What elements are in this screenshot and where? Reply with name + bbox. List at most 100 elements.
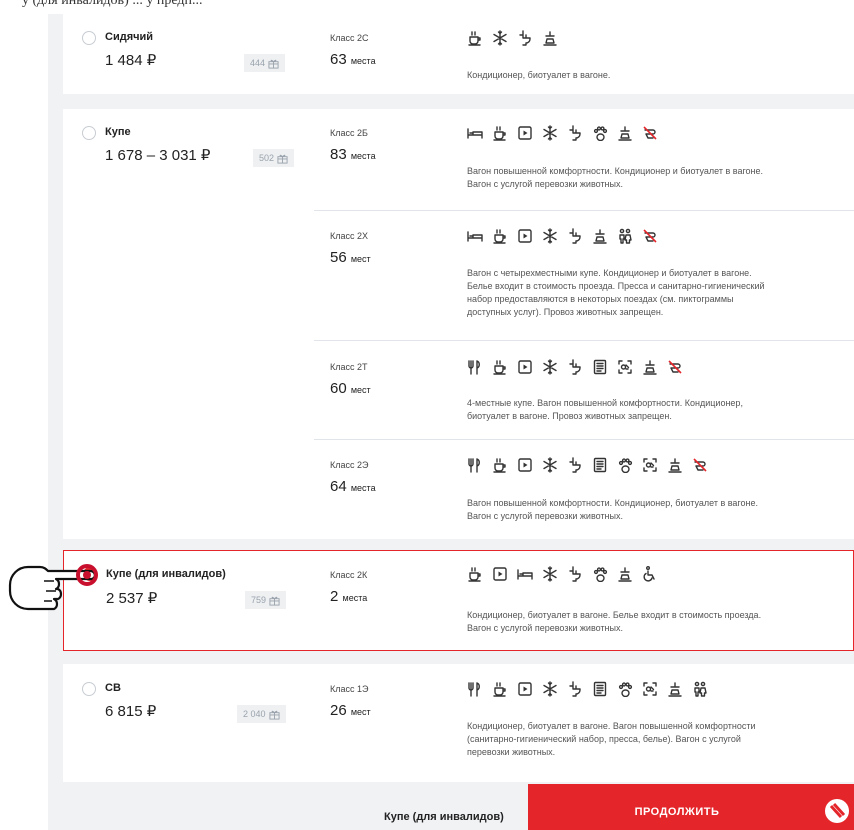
car-price: 2 537 ₽	[106, 590, 158, 607]
seats-word: места	[350, 56, 376, 66]
paw-icon	[593, 567, 608, 582]
seats-count: 60 мест	[330, 380, 371, 397]
seats-word: мест	[350, 254, 371, 264]
radio-sv[interactable]	[82, 682, 96, 696]
snowflake-icon	[543, 125, 557, 141]
car-option-sv[interactable]: СВ 6 815 ₽ 2 040 Класс 1Э 26 мест Кондиц…	[63, 664, 854, 782]
seats-word: мест	[350, 385, 371, 395]
no-pets-icon	[693, 458, 707, 472]
description-line: Кондиционер, биотуалет в вагоне.	[467, 70, 611, 80]
newspaper-icon	[593, 681, 607, 697]
car-type-name: Купе	[105, 126, 131, 138]
video-icon	[518, 458, 532, 472]
description-line: Вагон с четырехместными купе. Кондиционе…	[467, 268, 752, 278]
description-line: набор предоставляются в некоторых поезда…	[467, 294, 734, 304]
seats-number: 63	[330, 51, 347, 68]
class-description: Вагон с четырехместными купе. Кондиционе…	[467, 267, 837, 319]
hygiene-icon	[543, 31, 557, 46]
gift-icon	[268, 710, 280, 720]
bonus-value: 502	[259, 153, 275, 163]
toilet-icon	[519, 30, 531, 46]
snowflake-icon	[543, 228, 557, 244]
cosmetics-icon	[618, 360, 632, 374]
toilet-icon	[569, 228, 581, 244]
bonus-points-badge: 502	[253, 149, 295, 167]
cosmetics-icon	[643, 458, 657, 472]
continue-button-label: ПРОДОЛЖИТЬ	[634, 806, 720, 818]
snowflake-icon	[543, 681, 557, 697]
seats-count: 63 места	[330, 51, 376, 68]
car-price: 1 678 – 3 031 ₽	[105, 147, 211, 164]
hygiene-icon	[593, 229, 607, 244]
coffee-cup-icon	[493, 126, 506, 141]
class-description: 4-местные купе. Вагон повышенной комфорт…	[467, 397, 837, 423]
coffee-cup-icon	[493, 682, 506, 697]
description-line: перевозки животных.	[467, 747, 556, 757]
paw-icon	[618, 458, 633, 473]
toilet-icon	[569, 359, 581, 375]
snowflake-icon	[543, 457, 557, 473]
toilet-icon	[569, 457, 581, 473]
amenity-icons	[467, 30, 558, 46]
car-option-coupe[interactable]: Купе 1 678 – 3 031 ₽ 502 Класс 2Б 83 мес…	[63, 109, 854, 539]
coffee-cup-icon	[493, 229, 506, 244]
car-type-name: Купе (для инвалидов)	[106, 568, 226, 580]
coffee-cup-icon	[493, 360, 506, 375]
seats-number: 2	[330, 588, 339, 605]
seats-count: 64 места	[330, 478, 376, 495]
seats-number: 60	[330, 380, 347, 397]
bed-icon	[467, 128, 483, 139]
car-price: 1 484 ₽	[105, 52, 157, 69]
seats-number: 56	[330, 249, 347, 266]
amenity-icons	[467, 457, 708, 473]
description-line: Кондиционер, биотуалет в вагоне. Вагон п…	[467, 721, 756, 731]
seats-word: мест	[350, 707, 371, 717]
class-label: Класс 2Т	[330, 362, 368, 372]
car-option-coupe-disabled[interactable]: Купе (для инвалидов) 2 537 ₽ 759 Класс 2…	[63, 550, 854, 651]
description-line: Вагон с услугой перевозки животных.	[467, 179, 624, 189]
seats-count: 83 места	[330, 146, 376, 163]
toilet-icon	[569, 681, 581, 697]
seats-word: места	[350, 483, 376, 493]
coffee-cup-icon	[468, 31, 481, 46]
hygiene-icon	[643, 360, 657, 375]
divider	[314, 439, 854, 440]
bonus-points-badge: 444	[244, 54, 286, 72]
class-description: Кондиционер, биотуалет в вагоне. Белье в…	[467, 609, 837, 635]
no-pets-icon	[643, 229, 657, 243]
seats-number: 83	[330, 146, 347, 163]
continue-button[interactable]: ПРОДОЛЖИТЬ	[528, 784, 854, 830]
cosmetics-icon	[643, 682, 657, 696]
description-line: Вагон повышенной комфортности. Кондицион…	[467, 166, 764, 176]
seats-count: 26 мест	[330, 702, 371, 719]
video-icon	[518, 360, 532, 374]
description-line: (санитарно-гигиенический набор, пресса, …	[467, 734, 741, 744]
wheelchair-icon	[643, 566, 655, 582]
bonus-points-badge: 759	[245, 591, 287, 609]
fork-knife-icon	[468, 458, 480, 473]
class-label: Класс 2С	[330, 33, 369, 43]
brand-mark-icon	[825, 799, 849, 823]
cut-off-header-text: у (для инвалидов) ... у предп...	[0, 0, 854, 14]
radio-coupe[interactable]	[82, 126, 96, 140]
class-label: Класс 1Э	[330, 684, 369, 694]
newspaper-icon	[593, 457, 607, 473]
seats-word: места	[342, 593, 368, 603]
description-line: Вагон с услугой перевозки животных.	[467, 623, 624, 633]
description-line: Вагон с услугой перевозки животных.	[467, 511, 624, 521]
gift-icon	[268, 59, 279, 69]
radio-sitting[interactable]	[82, 31, 96, 45]
bonus-value: 444	[250, 58, 266, 68]
bed-icon	[517, 569, 533, 580]
paw-icon	[618, 682, 633, 697]
gift-icon	[277, 154, 288, 164]
class-description: Кондиционер, биотуалет в вагоне.	[467, 69, 837, 82]
video-icon	[518, 126, 532, 140]
amenity-icons	[467, 125, 658, 141]
seats-count: 56 мест	[330, 249, 371, 266]
car-option-sitting[interactable]: Сидячий 1 484 ₽ 444 Класс 2С 63 места Ко…	[63, 14, 854, 94]
no-pets-icon	[668, 360, 682, 374]
hygiene-icon	[668, 458, 682, 473]
car-selection-panel: Сидячий 1 484 ₽ 444 Класс 2С 63 места Ко…	[48, 14, 854, 830]
fork-knife-icon	[468, 682, 480, 697]
